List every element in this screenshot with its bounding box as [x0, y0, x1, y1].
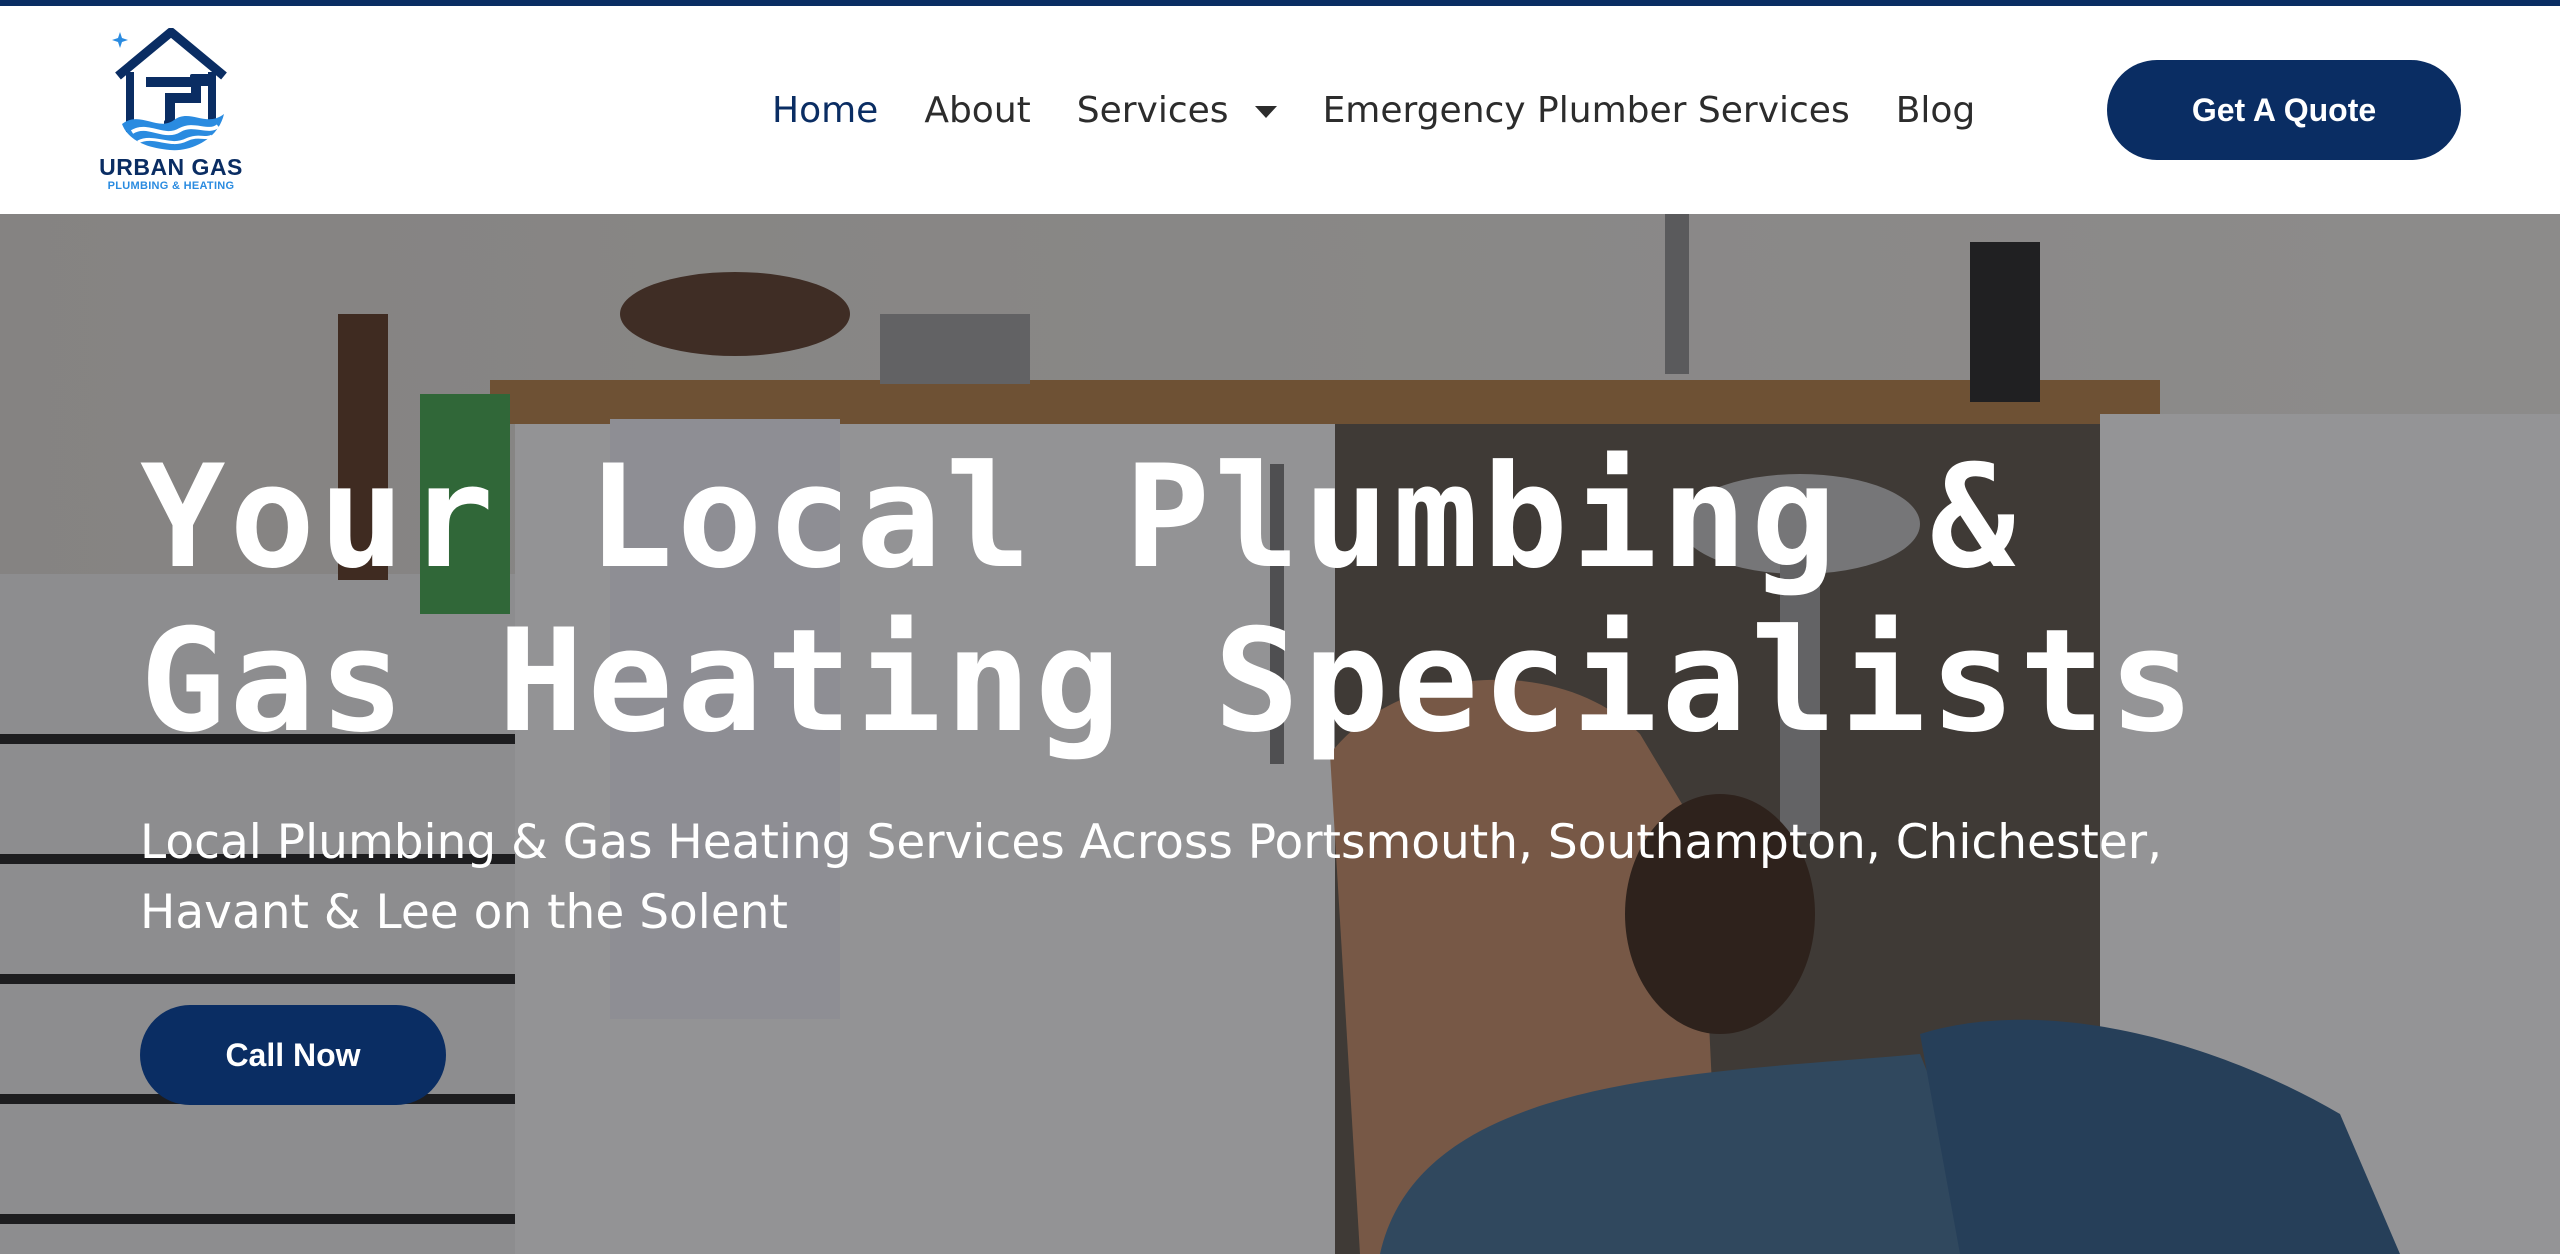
main-nav: Home About Services Emergency Plumber Se… — [772, 84, 2021, 136]
hero-title: Your Local Plumbing & Gas Heating Specia… — [140, 436, 2240, 764]
nav-item-services[interactable]: Services — [1077, 90, 1277, 131]
get-a-quote-button[interactable]: Get A Quote — [2107, 60, 2461, 160]
brand-name: URBAN GAS — [99, 154, 243, 180]
nav-item-blog[interactable]: Blog — [1896, 90, 1976, 131]
brand-logo[interactable]: URBAN GAS PLUMBING & HEATING — [96, 28, 246, 198]
nav-item-label: Services — [1076, 89, 1229, 131]
nav-item-label: Emergency Plumber Services — [1322, 89, 1850, 131]
brand-tagline: PLUMBING & HEATING — [107, 180, 235, 192]
hero-title-line: Gas Heating Specialists — [140, 599, 2199, 764]
hero-title-line: Your Local Plumbing & — [140, 435, 2020, 600]
site-header: URBAN GAS PLUMBING & HEATING Home About … — [0, 6, 2560, 214]
hero-subtitle: Local Plumbing & Gas Heating Services Ac… — [140, 815, 2163, 940]
nav-item-home[interactable]: Home — [772, 90, 878, 131]
hero-section: Your Local Plumbing & Gas Heating Specia… — [0, 214, 2560, 1254]
nav-item-about[interactable]: About — [924, 90, 1030, 131]
chevron-down-icon[interactable] — [1254, 106, 1277, 118]
nav-item-emergency-plumber-services[interactable]: Emergency Plumber Services — [1323, 90, 1850, 131]
call-now-button[interactable]: Call Now — [140, 1005, 446, 1105]
nav-item-label: Blog — [1895, 89, 1976, 131]
nav-item-label: Home — [772, 89, 879, 131]
house-pipe-water-logo-icon — [112, 28, 227, 151]
nav-item-label: About — [924, 89, 1031, 131]
